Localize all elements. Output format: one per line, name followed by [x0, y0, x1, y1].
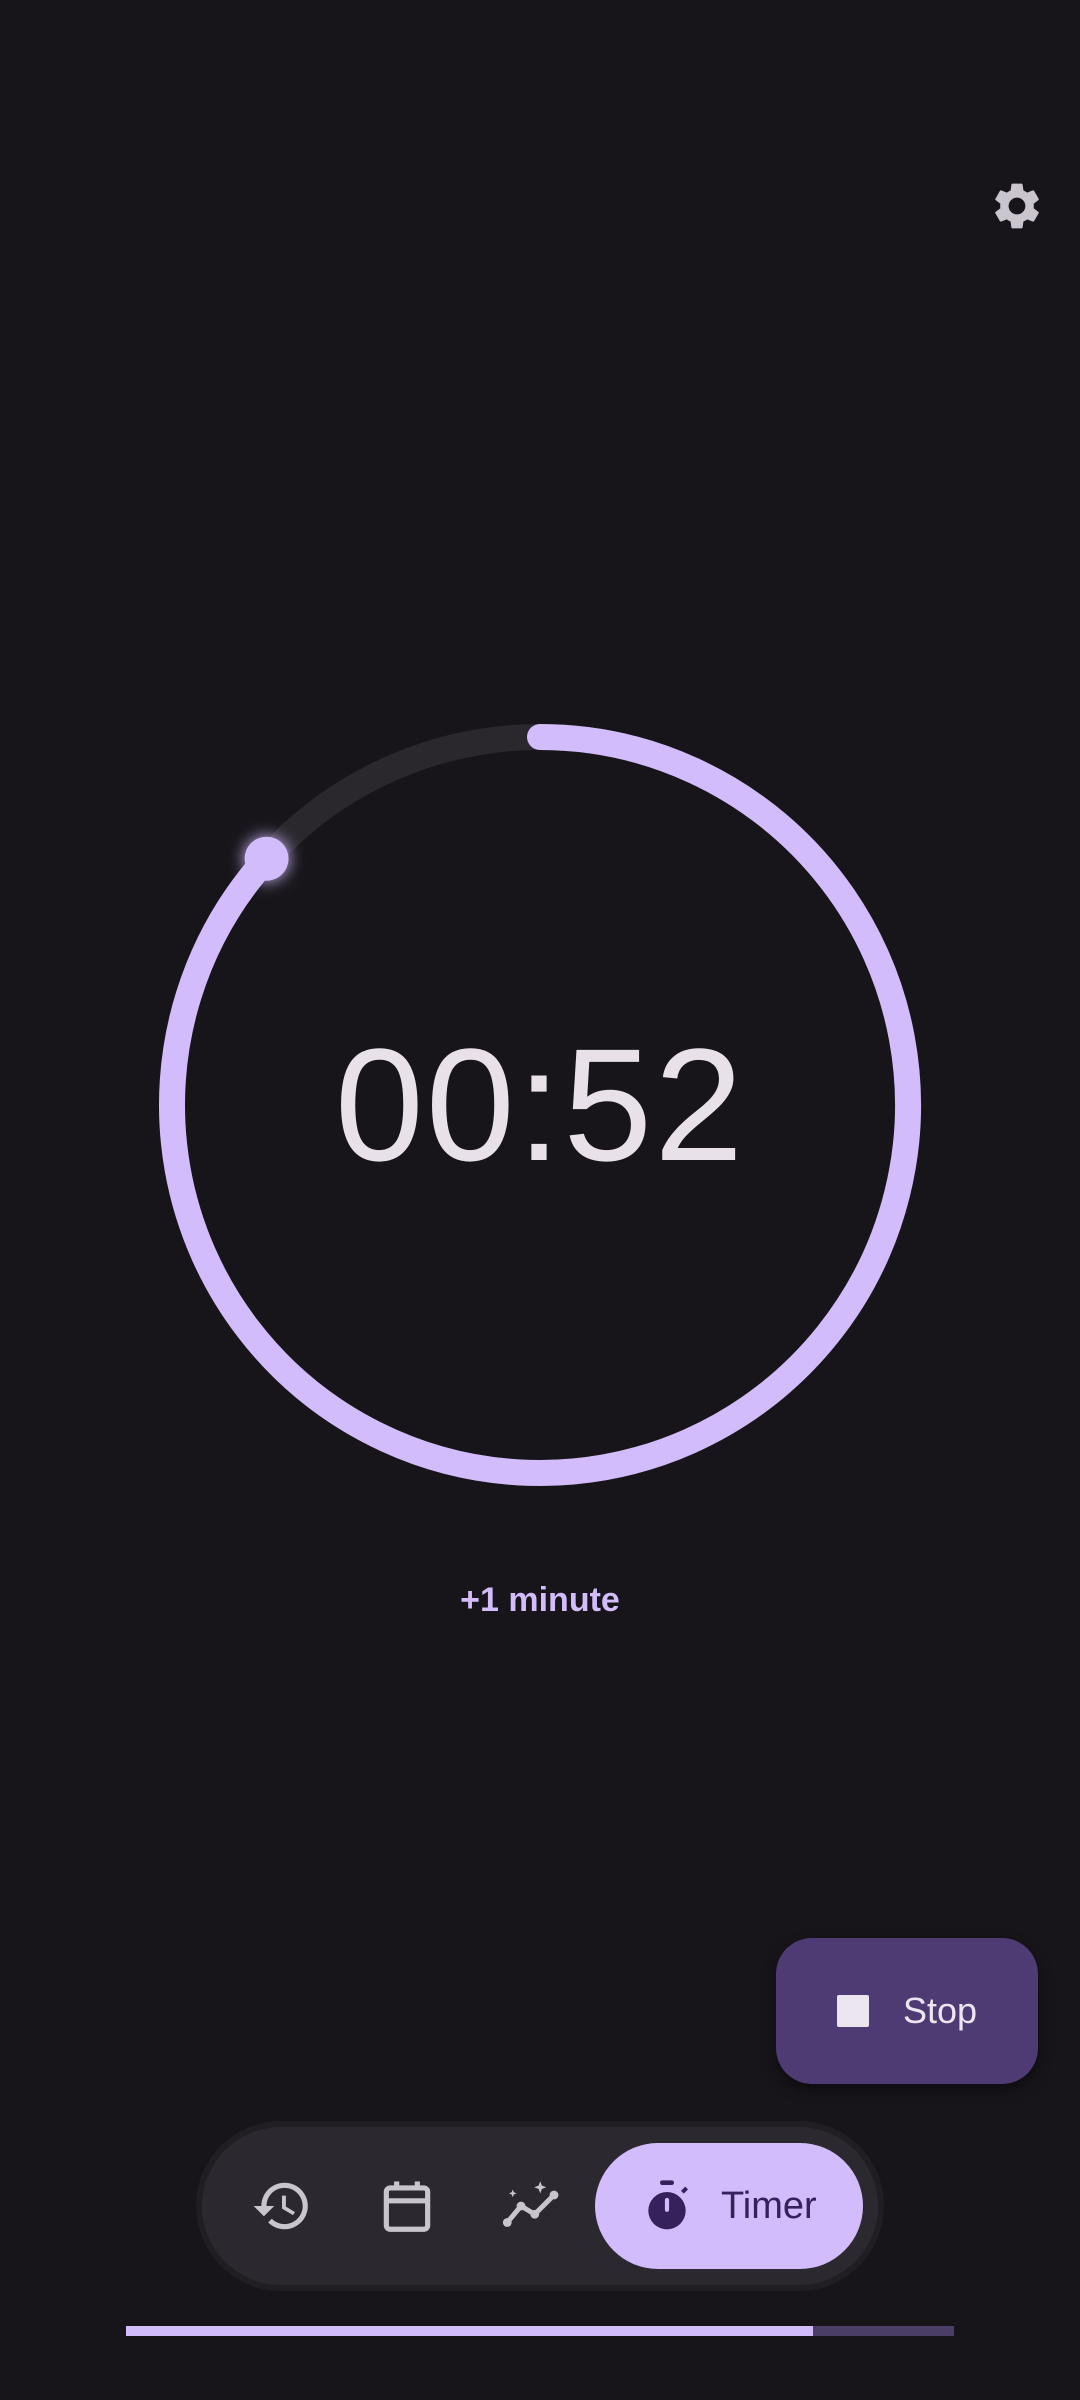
- add-minute-button[interactable]: +1 minute: [390, 1570, 690, 1630]
- session-progress-bar: [126, 2326, 954, 2336]
- nav-item-calendar[interactable]: [357, 2156, 457, 2256]
- nav-item-timer[interactable]: Timer: [595, 2143, 863, 2269]
- history-icon: [253, 2182, 308, 2230]
- settings-button[interactable]: [977, 166, 1057, 246]
- insights-icon: [502, 2181, 559, 2227]
- nav-item-insights[interactable]: [482, 2156, 582, 2256]
- timer-screen: 00:52 +1 minute Stop Timer: [0, 0, 1080, 2400]
- stop-button[interactable]: Stop: [776, 1938, 1038, 2084]
- time-remaining: 00:52: [334, 1015, 746, 1194]
- nav-item-timer-label: Timer: [721, 2184, 817, 2227]
- calendar-icon: [383, 2181, 431, 2232]
- session-progress-fill: [126, 2326, 814, 2336]
- bottom-navigation: Timer: [202, 2127, 878, 2285]
- timer-dial[interactable]: 00:52: [150, 715, 930, 1495]
- stop-icon: [836, 1995, 869, 2027]
- gear-icon: [995, 183, 1039, 229]
- stopwatch-icon: [648, 2180, 688, 2230]
- nav-item-history[interactable]: [232, 2156, 332, 2256]
- stop-label: Stop: [902, 1990, 978, 2031]
